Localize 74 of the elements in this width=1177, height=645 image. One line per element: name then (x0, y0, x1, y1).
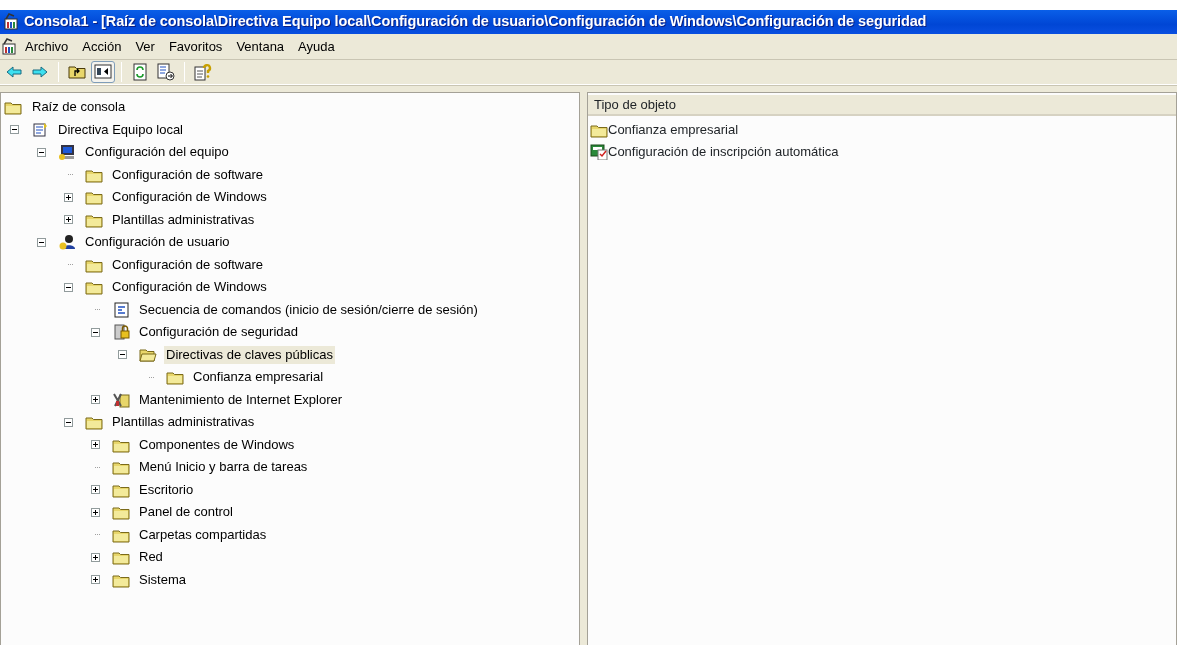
expand-icon[interactable] (91, 395, 100, 405)
tree-item[interactable]: Secuencia de comandos (inicio de sesión/cierre de sesión) (137, 300, 480, 319)
tree-item[interactable]: Carpetas compartidas (137, 525, 269, 544)
menu-item[interactable]: Acción (75, 36, 129, 57)
list-item[interactable]: Configuración de inscripción automática (608, 141, 839, 162)
help-icon (194, 63, 212, 81)
tree-item[interactable]: Configuración de Windows (110, 188, 269, 207)
expand-icon[interactable] (91, 507, 100, 517)
menu-item[interactable]: Favoritos (161, 36, 230, 57)
folder-icon (166, 369, 184, 386)
folder-icon (139, 346, 157, 363)
tree-item[interactable]: Panel de control (137, 503, 235, 522)
settings-icon (590, 143, 608, 160)
collapse-icon[interactable] (37, 237, 46, 247)
tree-item[interactable]: Escritorio (137, 480, 196, 499)
tree-item[interactable]: Plantillas administrativas (110, 210, 257, 229)
tree-item[interactable]: Sistema (137, 570, 188, 589)
tree-item[interactable]: Menú Inicio y barra de tareas (137, 458, 310, 477)
expand-icon[interactable] (91, 440, 100, 450)
folder-icon (112, 504, 130, 521)
folder-icon (4, 99, 22, 116)
tree-item[interactable]: Directivas de claves públicas (164, 345, 335, 364)
app-icon (2, 13, 20, 31)
panel-icon (94, 63, 112, 81)
tools-icon (112, 391, 130, 408)
tree-item[interactable]: Confianza empresarial (191, 368, 326, 387)
collapse-icon[interactable] (118, 350, 127, 360)
app-icon (0, 37, 18, 56)
list-export-button[interactable] (154, 61, 178, 83)
refresh-icon (131, 63, 149, 81)
expand-icon[interactable] (64, 215, 73, 225)
tree-item[interactable]: Configuración de software (110, 255, 266, 274)
column-header[interactable]: Tipo de objeto (588, 95, 1176, 116)
folder-icon (85, 279, 103, 296)
forward-arrow-icon (31, 63, 49, 81)
collapse-icon[interactable] (10, 125, 19, 135)
expand-icon[interactable] (64, 192, 73, 202)
lock-icon (112, 324, 130, 341)
script-icon (112, 301, 130, 318)
list-item[interactable]: Confianza empresarial (608, 119, 739, 140)
tree-item[interactable]: Raíz de consola (30, 98, 128, 117)
folder-icon (112, 549, 130, 566)
collapse-icon[interactable] (37, 147, 46, 157)
tree-item[interactable]: Configuración de software (110, 165, 266, 184)
folder-icon (85, 189, 103, 206)
computer-icon (58, 144, 76, 161)
menu-item[interactable]: Ayuda (291, 36, 342, 57)
tree-item[interactable]: Configuración del equipo (83, 143, 231, 162)
expand-icon[interactable] (91, 485, 100, 495)
tree-item[interactable]: Configuración de usuario (83, 233, 232, 252)
up-folder-icon (68, 63, 86, 81)
menu-item[interactable]: Ver (128, 36, 162, 57)
window-title: Consola1 - [Raíz de consola\Directiva Equipo local\Configuración de usuario\Configuración de Windows\Configuración de seguridad (24, 12, 927, 32)
tree-item[interactable]: Configuración de Windows (110, 278, 269, 297)
expand-icon[interactable] (91, 575, 100, 585)
menu-item[interactable]: Ventana (229, 36, 292, 57)
folder-icon (85, 414, 103, 431)
collapse-icon[interactable] (91, 327, 100, 337)
folder-icon (112, 459, 130, 476)
tree-item[interactable]: Plantillas administrativas (110, 413, 257, 432)
back-arrow-icon (5, 63, 23, 81)
menu-item[interactable]: Archivo (18, 36, 76, 57)
collapse-icon[interactable] (64, 417, 73, 427)
expand-icon[interactable] (91, 552, 100, 562)
collapse-icon[interactable] (64, 282, 73, 292)
tree-item[interactable]: Configuración de seguridad (137, 323, 300, 342)
tree-item[interactable]: Red (137, 548, 165, 567)
panel-button[interactable] (91, 61, 115, 83)
tree-item[interactable]: Mantenimiento de Internet Explorer (137, 390, 345, 409)
tree-item[interactable]: Componentes de Windows (137, 435, 297, 454)
scroll-icon (31, 121, 49, 138)
user-icon (58, 234, 76, 251)
list-export-icon (157, 63, 175, 81)
tree-item[interactable]: Directiva Equipo local (56, 120, 185, 139)
